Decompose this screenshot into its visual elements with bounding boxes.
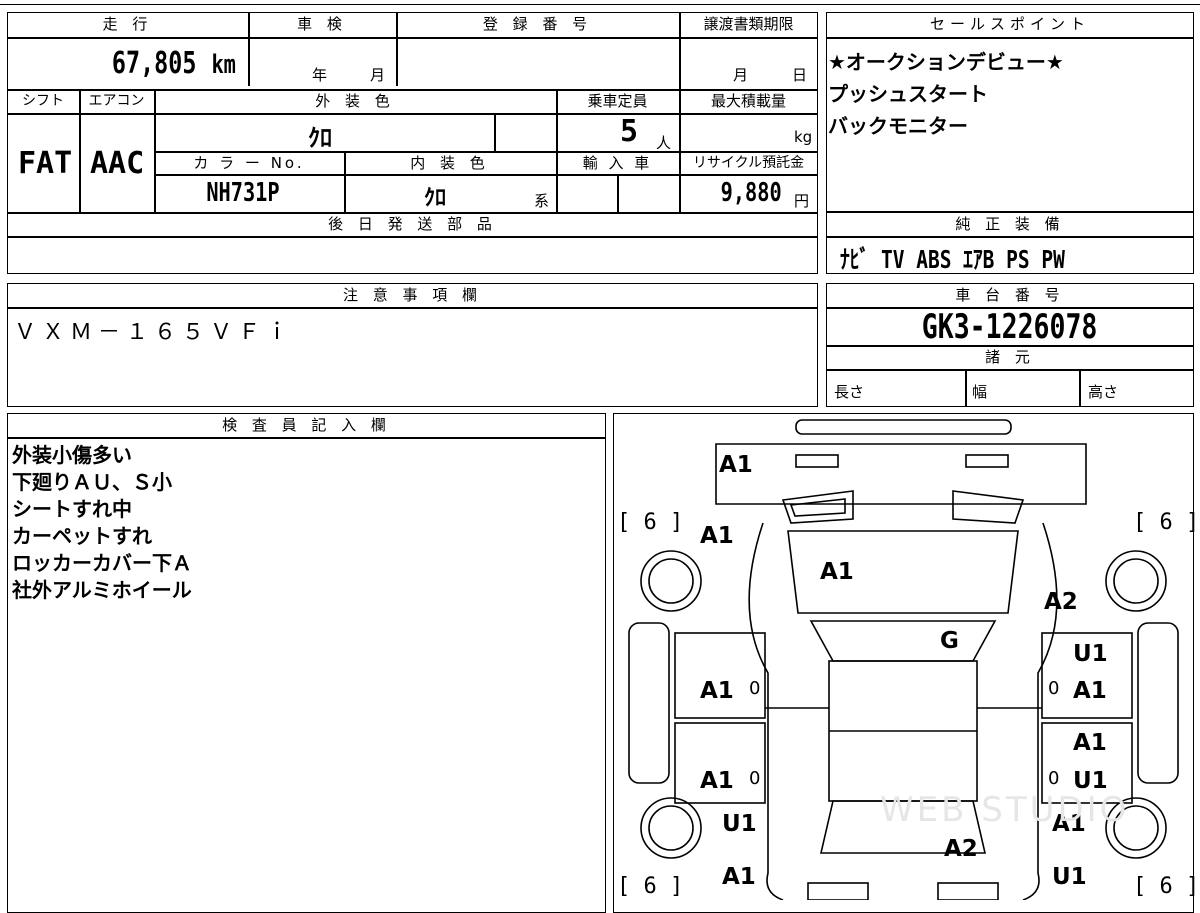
spec-height: 高さ — [1088, 383, 1119, 401]
wheel-bracket-rear-right: [ 6 ] — [1133, 874, 1200, 899]
sales-points-list: ★オークションデビュー★ プッシュスタート バックモニター — [828, 46, 1064, 142]
sales-points-header: セールスポイント — [929, 15, 1090, 33]
wheel-bracket-front-left: [ 6 ] — [617, 510, 684, 535]
inspection-header: 車 検 — [297, 15, 347, 33]
inspector-lines: 外装小傷多い 下廻りＡＵ、Ｓ小 シートすれ中 カーペットすれ ロッカーカバー下Ａ… — [12, 442, 192, 604]
inspector-line: 外装小傷多い — [12, 443, 132, 467]
zero-mark-right-rear: 0 — [1048, 768, 1060, 789]
wheel-bracket-front-right: [ 6 ] — [1133, 510, 1200, 535]
mileage-value: 67,805 km — [111, 46, 237, 81]
aircon-header: エアコン — [88, 93, 145, 109]
damage-right-front-door-1: U1 — [1073, 641, 1108, 667]
inspection-month: 月 — [370, 66, 386, 84]
zero-mark-right-front: 0 — [1048, 678, 1060, 699]
import-header: 輸 入 車 — [582, 154, 653, 172]
capacity-value: 5 — [620, 114, 639, 149]
damage-hood: A1 — [820, 559, 854, 585]
sales-point-line: バックモニター — [828, 114, 968, 138]
damage-left-front-door: A1 — [700, 678, 734, 704]
color-no-value: NH731P — [206, 178, 280, 208]
spec-header: 諸 元 — [985, 348, 1035, 366]
deadline-header: 譲渡書類期限 — [703, 15, 794, 33]
color-no-header: カ ラ ー No. — [193, 154, 305, 172]
registration-header: 登 録 番 号 — [482, 15, 593, 33]
maxload-header: 最大積載量 — [710, 92, 786, 110]
inspector-line: 社外アルミホイール — [12, 578, 192, 602]
damage-right-front-door-2: A1 — [1073, 678, 1107, 704]
damage-left-rear-bumper: A1 — [722, 864, 756, 890]
wheel-bracket-rear-left: [ 6 ] — [617, 874, 684, 899]
notes-header: 注 意 事 項 欄 — [342, 286, 483, 304]
damage-front-right-fender: A2 — [1044, 589, 1078, 615]
shift-value: FAT — [18, 146, 73, 181]
damage-right-rear-bumper: U1 — [1052, 864, 1087, 890]
damage-left-rear-quarter: U1 — [722, 811, 757, 837]
spec-width: 幅 — [972, 383, 988, 401]
damage-right-rear-door-1: A1 — [1073, 730, 1107, 756]
chassis-number: GK3-1226078 — [922, 307, 1098, 347]
equipment-value: ﾅﾋﾞ TV ABS ｴｱB PS PW — [840, 245, 1065, 274]
recycle-fee-value: 9,880 — [720, 178, 782, 208]
exterior-color-value: ｸﾛ — [308, 124, 332, 152]
deadline-month: 月 — [733, 66, 749, 84]
inspector-header: 検 査 員 記 入 欄 — [222, 416, 391, 434]
inspector-line: シートすれ中 — [12, 497, 132, 521]
exterior-header: 外 装 色 — [315, 92, 395, 110]
interior-color-value: ｸﾛ — [424, 186, 447, 211]
inspection-year: 年 — [312, 66, 328, 84]
sales-point-line: プッシュスタート — [828, 82, 988, 106]
capacity-unit: 人 — [656, 134, 672, 152]
damage-front-bumper: A1 — [719, 452, 753, 478]
mileage-header: 走 行 — [102, 15, 153, 33]
damage-windshield: G — [940, 628, 959, 654]
notes-value: ＶＸＭ－１６５ＶＦｉ — [14, 320, 295, 345]
capacity-header: 乗車定員 — [587, 92, 648, 110]
top-edge-line — [0, 4, 1200, 5]
damage-roof-rear: A2 — [944, 836, 978, 862]
recycle-unit: 円 — [794, 192, 810, 210]
inspector-line: 下廻りＡＵ、Ｓ小 — [12, 470, 172, 494]
inspector-line: ロッカーカバー下Ａ — [12, 551, 192, 575]
chassis-header: 車 台 番 号 — [955, 286, 1065, 304]
equipment-header: 純 正 装 備 — [955, 215, 1065, 233]
watermark: WEB STUDIO — [880, 790, 1130, 830]
zero-mark-left-rear: 0 — [749, 768, 761, 789]
damage-left-rear-door: A1 — [700, 768, 734, 794]
recycle-header: リサイクル預託金 — [692, 155, 805, 171]
interior-header: 内 装 色 — [410, 154, 490, 172]
later-parts-header: 後 日 発 送 部 品 — [328, 215, 497, 233]
maxload-unit: kg — [794, 128, 813, 146]
zero-mark-left-front: 0 — [749, 678, 761, 699]
inspector-line: カーペットすれ — [12, 524, 152, 548]
aircon-value: AAC — [90, 146, 145, 181]
damage-front-left-fender: A1 — [700, 523, 734, 549]
spec-length: 長さ — [834, 383, 865, 401]
interior-suffix: 系 — [534, 192, 550, 210]
shift-header: シフト — [22, 93, 64, 109]
deadline-day: 日 — [792, 66, 808, 84]
sales-point-line: ★オークションデビュー★ — [828, 50, 1064, 74]
